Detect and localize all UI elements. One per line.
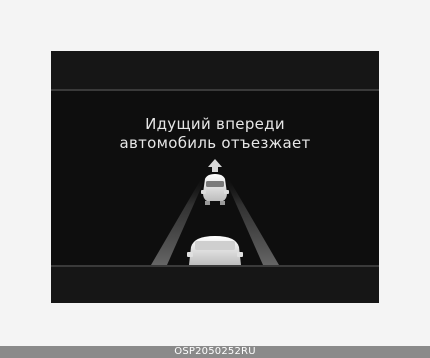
figure-code-caption: OSP2050252RU (0, 346, 430, 358)
cluster-display: Идущий впереди автомобиль отъезжает (51, 51, 379, 303)
arrow-up-icon (208, 159, 222, 172)
alert-message: Идущий впереди автомобиль отъезжает (51, 115, 379, 153)
page: Идущий впереди автомобиль отъезжает OSP2… (0, 0, 430, 358)
own-vehicle-icon (187, 236, 243, 265)
lead-vehicle-icon (201, 174, 229, 205)
driving-scene (151, 159, 279, 265)
alert-message-line2: автомобиль отъезжает (119, 134, 311, 152)
alert-message-line1: Идущий впереди (145, 115, 285, 133)
